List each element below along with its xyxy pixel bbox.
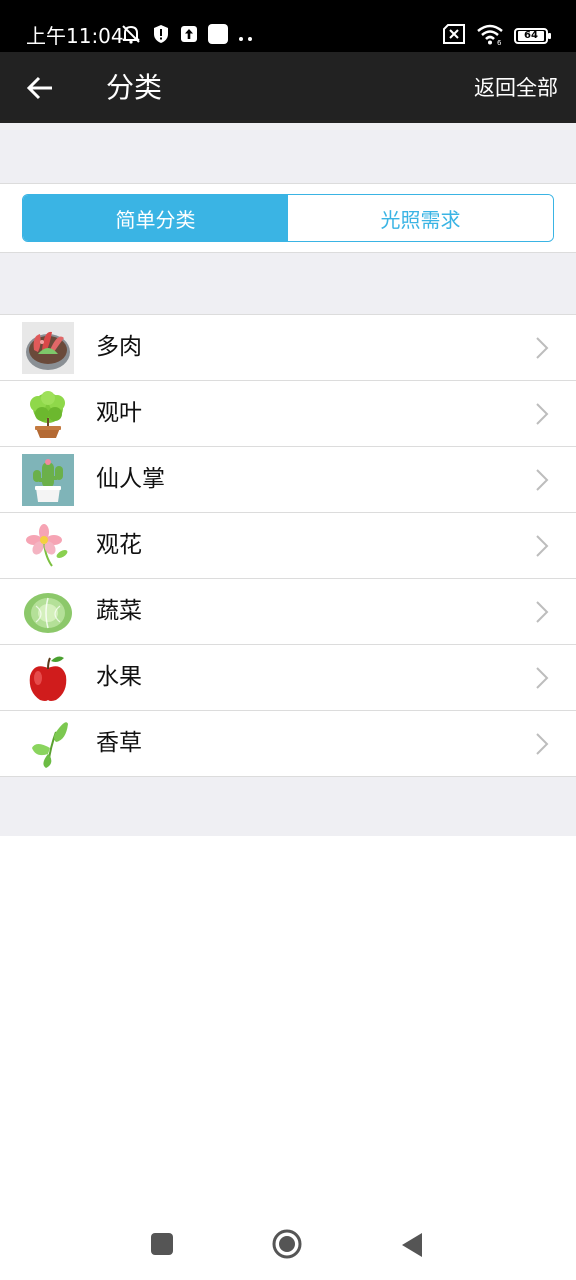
square-icon bbox=[208, 24, 228, 48]
chevron-right-icon bbox=[536, 403, 549, 425]
segmented-control: 简单分类 光照需求 bbox=[22, 194, 554, 242]
more-dots-icon bbox=[238, 27, 254, 46]
foliage-plant-icon bbox=[22, 388, 74, 440]
chevron-right-icon bbox=[536, 535, 549, 557]
list-item-label: 水果 bbox=[96, 664, 142, 690]
back-nav-button[interactable] bbox=[400, 1232, 424, 1262]
segment-section: 简单分类 光照需求 bbox=[0, 183, 576, 253]
list-item-vegetable[interactable]: 蔬菜 bbox=[0, 579, 576, 645]
chevron-right-icon bbox=[536, 601, 549, 623]
apple-icon bbox=[22, 652, 74, 704]
spacer-band bbox=[0, 123, 576, 183]
circle-nav-icon bbox=[272, 1229, 302, 1259]
list-item-label: 香草 bbox=[96, 730, 142, 756]
list-item-label: 蔬菜 bbox=[96, 598, 142, 624]
chevron-right-icon bbox=[536, 667, 549, 689]
cabbage-icon bbox=[22, 586, 74, 638]
chevron-right-icon bbox=[536, 469, 549, 491]
battery-level: 64 bbox=[518, 31, 544, 41]
upload-icon bbox=[180, 25, 198, 47]
status-time: 上午11:04 bbox=[26, 24, 124, 48]
square-nav-icon bbox=[151, 1233, 173, 1255]
notifications-muted-icon bbox=[120, 23, 142, 49]
list-item-flower[interactable]: 观花 bbox=[0, 513, 576, 579]
back-button[interactable] bbox=[20, 68, 60, 108]
succulent-icon bbox=[22, 322, 74, 374]
list-item-label: 多肉 bbox=[96, 334, 142, 360]
system-nav-bar bbox=[0, 1210, 576, 1280]
list-item-label: 观花 bbox=[96, 532, 142, 558]
chevron-right-icon bbox=[536, 337, 549, 359]
list-item-foliage[interactable]: 观叶 bbox=[0, 381, 576, 447]
list-item-label: 观叶 bbox=[96, 400, 142, 426]
list-item-herb[interactable]: 香草 bbox=[0, 711, 576, 777]
tab-simple-category[interactable]: 简单分类 bbox=[23, 195, 288, 241]
cactus-icon bbox=[22, 454, 74, 506]
shield-alert-icon bbox=[152, 24, 170, 48]
status-icons-right: 6 64 bbox=[442, 23, 551, 49]
arrow-left-icon bbox=[26, 76, 52, 100]
category-list: 多肉 观叶 仙人掌 观花 蔬菜 水果 香草 bbox=[0, 314, 576, 777]
svg-text:6: 6 bbox=[497, 39, 502, 45]
recents-button[interactable] bbox=[150, 1232, 174, 1260]
spacer-band bbox=[0, 253, 576, 314]
page-title: 分类 bbox=[106, 71, 163, 104]
list-item-fruit[interactable]: 水果 bbox=[0, 645, 576, 711]
tab-light-requirement[interactable]: 光照需求 bbox=[288, 195, 553, 241]
status-bar: 上午11:04 6 64 bbox=[0, 0, 576, 52]
flower-icon bbox=[22, 520, 74, 572]
chevron-right-icon bbox=[536, 733, 549, 755]
home-button[interactable] bbox=[272, 1229, 302, 1263]
battery-icon: 64 bbox=[514, 28, 551, 44]
wifi-icon: 6 bbox=[476, 23, 504, 49]
spacer-band bbox=[0, 777, 576, 836]
triangle-back-icon bbox=[402, 1233, 422, 1257]
status-icons-left bbox=[120, 24, 254, 48]
list-item-label: 仙人掌 bbox=[96, 466, 165, 492]
herb-leaves-icon bbox=[22, 718, 74, 770]
no-sim-icon bbox=[442, 24, 466, 48]
list-item-cactus[interactable]: 仙人掌 bbox=[0, 447, 576, 513]
list-item-succulent[interactable]: 多肉 bbox=[0, 315, 576, 381]
return-all-button[interactable]: 返回全部 bbox=[474, 74, 558, 102]
app-bar: 分类 返回全部 bbox=[0, 52, 576, 123]
